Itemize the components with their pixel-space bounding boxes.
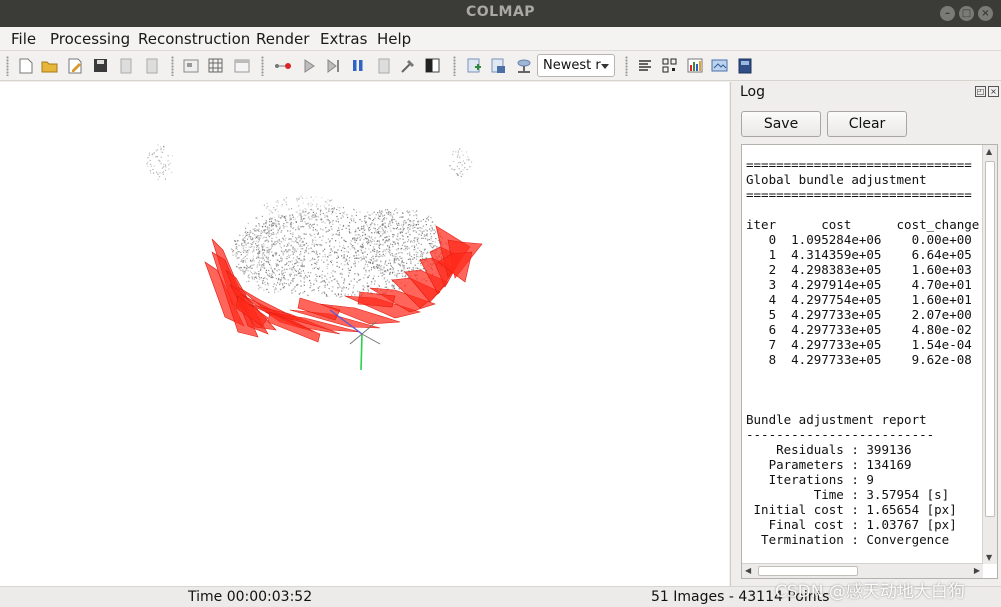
save-log-button[interactable]: Save <box>741 111 821 137</box>
model-select-value: Newest r <box>543 58 601 73</box>
reset-icon[interactable] <box>375 57 392 74</box>
import-icon[interactable] <box>117 57 134 74</box>
pause-reconstruction-icon[interactable] <box>349 57 366 74</box>
save-project-icon[interactable] <box>92 57 109 74</box>
clear-log-button[interactable]: Clear <box>827 111 907 137</box>
database-icon[interactable] <box>233 57 250 74</box>
log-line: 7 4.297733e+05 1.54e-04 <box>746 337 972 352</box>
menu-reconstruction[interactable]: Reconstruction <box>138 30 250 48</box>
toolbar-grip[interactable] <box>453 56 456 76</box>
start-reconstruction-icon[interactable] <box>300 57 317 74</box>
toolbar-grip[interactable] <box>261 56 264 76</box>
log-line: ------------------------- <box>746 427 935 442</box>
log-line: 0 1.095284e+06 0.00e+00 <box>746 232 972 247</box>
scroll-thumb[interactable] <box>758 566 858 576</box>
log-line: 2 4.298383e+05 1.60e+03 <box>746 262 972 277</box>
log-line: Iterations : 9 <box>746 472 874 487</box>
screenshot-icon[interactable] <box>711 57 728 74</box>
scroll-up-icon[interactable]: ▲ <box>986 147 992 156</box>
menu-help[interactable]: Help <box>377 30 411 48</box>
toolbar <box>0 51 1001 81</box>
log-line: 8 4.297733e+05 9.62e-08 <box>746 352 972 367</box>
log-line: Global bundle adjustment <box>746 172 927 187</box>
grab-image-icon[interactable] <box>661 57 678 74</box>
scroll-thumb[interactable] <box>985 161 995 517</box>
log-line: Final cost : 1.03767 [px] <box>746 517 957 532</box>
log-line: ============================== <box>746 157 972 172</box>
menu-processing[interactable]: Processing <box>50 30 130 48</box>
new-project-icon[interactable] <box>17 57 34 74</box>
window-title: COLMAP <box>465 4 536 20</box>
log-line: Bundle adjustment report <box>746 412 927 427</box>
log-horizontal-scrollbar[interactable]: ◀ ▶ <box>742 563 983 578</box>
log-line: Termination : Convergence <box>746 532 950 547</box>
open-project-icon[interactable] <box>41 57 58 74</box>
watermark: CSDN @感天动地大白狗 <box>775 582 965 602</box>
bundle-adjustment-icon[interactable] <box>399 57 416 74</box>
match-matrix-icon[interactable] <box>515 57 532 74</box>
minimize-icon[interactable]: – <box>940 6 955 21</box>
status-time: Time 00:00:03:52 <box>188 589 313 605</box>
feature-extraction-icon[interactable] <box>182 57 199 74</box>
log-text: ============================== Global bun… <box>746 157 982 562</box>
log-line: 3 4.297914e+05 4.70e+01 <box>746 277 972 292</box>
log-line: 5 4.297733e+05 2.07e+00 <box>746 307 972 322</box>
chevron-down-icon <box>601 64 609 69</box>
camera-frustums <box>204 225 483 343</box>
log-line: ============================== <box>746 187 972 202</box>
scroll-left-icon[interactable]: ◀ <box>745 566 751 575</box>
log-line: Initial cost : 1.65654 [px] <box>746 502 957 517</box>
grab-movie-icon[interactable] <box>736 57 753 74</box>
dense-reconstruction-icon[interactable] <box>424 57 441 74</box>
point-cloud-render[interactable] <box>0 82 729 586</box>
toolbar-grip[interactable] <box>171 56 174 76</box>
log-dock: Log ◰ × Save Clear =====================… <box>730 82 1001 586</box>
model-select[interactable]: Newest r <box>537 54 615 77</box>
title-bar: COLMAP – □ × <box>0 0 1001 27</box>
scroll-right-icon[interactable]: ▶ <box>974 566 980 575</box>
close-dock-icon[interactable]: × <box>988 86 999 97</box>
menu-file[interactable]: File <box>11 30 36 48</box>
toolbar-grip[interactable] <box>6 56 9 76</box>
log-line: Parameters : 134169 <box>746 457 912 472</box>
log-line: 4 4.297754e+05 1.60e+01 <box>746 292 972 307</box>
edit-project-icon[interactable] <box>67 57 84 74</box>
log-title: Log <box>740 84 766 100</box>
toolbar-grip[interactable] <box>625 56 628 76</box>
feature-matching-icon[interactable] <box>207 57 224 74</box>
menu-extras[interactable]: Extras <box>320 30 367 48</box>
log-icon[interactable] <box>636 57 653 74</box>
log-vertical-scrollbar[interactable]: ▲ ▼ <box>982 145 997 564</box>
close-icon[interactable]: × <box>978 6 993 21</box>
menu-render[interactable]: Render <box>256 30 309 48</box>
scroll-down-icon[interactable]: ▼ <box>986 553 992 562</box>
log-line: iter cost cost_change <box>746 217 980 232</box>
maximize-icon[interactable]: □ <box>959 6 974 21</box>
step-reconstruction-icon[interactable] <box>325 57 342 74</box>
statistics-icon[interactable] <box>686 57 703 74</box>
log-line: 6 4.297733e+05 4.80e-02 <box>746 322 972 337</box>
menu-bar: File Processing Reconstruction Render Ex… <box>0 27 1001 51</box>
automatic-reconstruction-icon[interactable] <box>274 57 291 74</box>
reconstruction-stats-icon[interactable] <box>490 57 507 74</box>
render-options-icon[interactable] <box>466 57 483 74</box>
log-output[interactable]: ============================== Global bun… <box>741 144 998 579</box>
log-line: Time : 3.57954 [s] <box>746 487 950 502</box>
export-icon[interactable] <box>143 57 160 74</box>
log-line: 1 4.314359e+05 6.64e+05 <box>746 247 972 262</box>
model-viewport[interactable] <box>0 82 729 586</box>
float-dock-icon[interactable]: ◰ <box>975 86 986 97</box>
log-line: Residuals : 399136 <box>746 442 912 457</box>
